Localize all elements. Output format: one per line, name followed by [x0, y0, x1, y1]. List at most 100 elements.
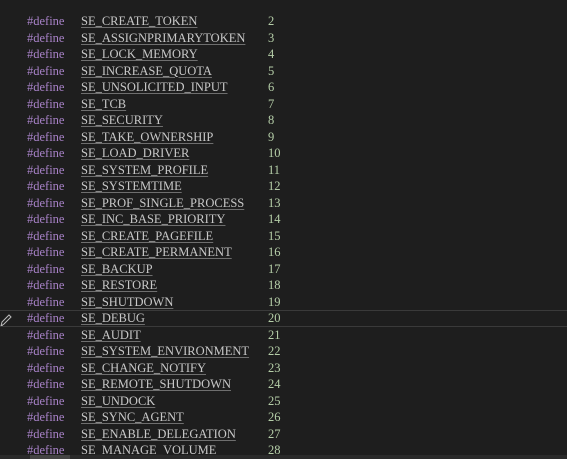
macro-name: SE_SYSTEM_PROFILE — [81, 162, 209, 177]
macro-name: SE_SYSTEMTIME — [81, 179, 182, 193]
macro-value: 13 — [268, 195, 281, 210]
code-line[interactable]: #define SE_UNSOLICITED_INPUT 6 — [0, 79, 567, 96]
macro-name: SE_CREATE_PERMANENT — [81, 245, 232, 259]
define-keyword: #define — [27, 261, 65, 276]
macro-value: 5 — [268, 63, 275, 78]
code-line[interactable]: #define SE_ASSIGNPRIMARYTOKEN 3 — [0, 30, 567, 47]
macro-value: 7 — [268, 96, 275, 111]
code-line[interactable]: #define SE_TAKE_OWNERSHIP 9 — [0, 129, 567, 146]
macro-name: SE_INCREASE_QUOTA — [81, 63, 212, 78]
code-line[interactable]: #define SE_TCB 7 — [0, 96, 567, 113]
define-keyword: #define — [27, 410, 65, 424]
define-keyword: #define — [27, 195, 65, 210]
code-line[interactable]: #define SE_SHUTDOWN 19 — [0, 294, 567, 311]
define-keyword: #define — [27, 96, 65, 111]
macro-value: 18 — [268, 278, 281, 292]
macro-value: 24 — [268, 377, 281, 391]
scrollbar-thumb[interactable] — [30, 455, 70, 459]
macro-name: SE_UNSOLICITED_INPUT — [81, 80, 228, 94]
code-line[interactable]: #define SE_AUDIT 21 — [0, 327, 567, 344]
macro-value: 6 — [268, 80, 275, 94]
macro-name: SE_CHANGE_NOTIFY — [81, 360, 206, 375]
macro-value: 21 — [268, 327, 281, 342]
code-line[interactable]: #define SE_SYSTEMTIME 12 — [0, 178, 567, 195]
define-keyword: #define — [27, 360, 65, 375]
macro-value: 8 — [268, 113, 275, 127]
macro-name: SE_ASSIGNPRIMARYTOKEN — [81, 30, 246, 45]
macro-value: 14 — [268, 212, 281, 226]
code-line[interactable]: #define SE_ENABLE_DELEGATION 27 — [0, 426, 567, 443]
code-line[interactable]: #define SE_CREATE_TOKEN 2 — [0, 13, 567, 30]
macro-name: SE_INC_BASE_PRIORITY — [81, 212, 226, 226]
code-editor[interactable]: #define SE_CREATE_TOKEN 2 #define SE_ASSIGNP… — [0, 0, 567, 459]
define-keyword: #define — [27, 377, 65, 391]
macro-value: 15 — [268, 228, 281, 243]
macro-value: 16 — [268, 245, 281, 259]
define-keyword: #define — [27, 228, 65, 243]
macro-name: SE_UNDOCK — [81, 393, 156, 408]
macro-value: 22 — [268, 344, 281, 358]
macro-name: SE_CREATE_TOKEN — [81, 14, 198, 28]
macro-value: 10 — [268, 146, 281, 160]
code-line[interactable]: #define SE_INCREASE_QUOTA 5 — [0, 63, 567, 80]
define-keyword: #define — [27, 278, 65, 292]
code-lines: #define SE_CREATE_TOKEN 2 #define SE_ASSIGNP… — [0, 13, 567, 459]
macro-value: 19 — [268, 294, 281, 309]
code-line-current[interactable]: #define SE_DEBUG 20 — [0, 310, 567, 327]
macro-name: SE_PROF_SINGLE_PROCESS — [81, 195, 245, 210]
define-keyword: #define — [27, 162, 65, 177]
macro-value: 20 — [268, 311, 281, 325]
code-line[interactable]: #define SE_PROF_SINGLE_PROCESS 13 — [0, 195, 567, 212]
macro-name: SE_LOAD_DRIVER — [81, 146, 190, 160]
code-line[interactable]: #define SE_CHANGE_NOTIFY 23 — [0, 360, 567, 377]
macro-value: 12 — [268, 179, 281, 193]
macro-name: SE_DEBUG — [81, 311, 145, 325]
macro-value: 2 — [268, 14, 275, 28]
macro-value: 4 — [268, 47, 275, 61]
code-line[interactable]: #define SE_CREATE_PAGEFILE 15 — [0, 228, 567, 245]
macro-name: SE_SYSTEM_ENVIRONMENT — [81, 344, 250, 358]
code-line[interactable]: #define SE_REMOTE_SHUTDOWN 24 — [0, 376, 567, 393]
code-line[interactable]: #define SE_SYNC_AGENT 26 — [0, 409, 567, 426]
code-line[interactable]: #define SE_SYSTEM_ENVIRONMENT 22 — [0, 343, 567, 360]
code-line[interactable]: #define SE_UNDOCK 25 — [0, 393, 567, 410]
code-line[interactable]: #define SE_LOAD_DRIVER 10 — [0, 145, 567, 162]
code-line[interactable]: #define SE_SYSTEM_PROFILE 11 — [0, 162, 567, 179]
macro-name: SE_CREATE_PAGEFILE — [81, 228, 214, 243]
define-keyword: #define — [27, 113, 65, 127]
macro-value: 25 — [268, 393, 281, 408]
define-keyword: #define — [27, 63, 65, 78]
define-keyword: #define — [27, 294, 65, 309]
macro-name: SE_RESTORE — [81, 278, 158, 292]
code-line[interactable]: #define SE_CREATE_PERMANENT 16 — [0, 244, 567, 261]
define-keyword: #define — [27, 80, 65, 94]
macro-name: SE_AUDIT — [81, 327, 141, 342]
code-line[interactable]: #define SE_INC_BASE_PRIORITY 14 — [0, 211, 567, 228]
macro-name: SE_LOCK_MEMORY — [81, 47, 198, 61]
code-line[interactable]: #define SE_SECURITY 8 — [0, 112, 567, 129]
define-keyword: #define — [27, 327, 65, 342]
define-keyword: #define — [27, 245, 65, 259]
macro-value: 27 — [268, 426, 281, 441]
define-keyword: #define — [27, 47, 65, 61]
macro-name: SE_REMOTE_SHUTDOWN — [81, 377, 231, 391]
code-line[interactable]: #define SE_LOCK_MEMORY 4 — [0, 46, 567, 63]
define-keyword: #define — [27, 14, 65, 28]
define-keyword: #define — [27, 212, 65, 226]
macro-value: 17 — [268, 261, 281, 276]
macro-name: SE_TCB — [81, 96, 127, 111]
define-keyword: #define — [27, 129, 65, 144]
code-line[interactable]: #define SE_RESTORE 18 — [0, 277, 567, 294]
define-keyword: #define — [27, 344, 65, 358]
define-keyword: #define — [27, 311, 65, 325]
macro-name: SE_SHUTDOWN — [81, 294, 174, 309]
macro-value: 3 — [268, 30, 275, 45]
macro-name: SE_SYNC_AGENT — [81, 410, 184, 424]
code-line[interactable]: #define SE_BACKUP 17 — [0, 261, 567, 278]
macro-value: 26 — [268, 410, 281, 424]
macro-value: 9 — [268, 129, 275, 144]
macro-value: 11 — [268, 162, 281, 177]
define-keyword: #define — [27, 30, 65, 45]
define-keyword: #define — [27, 393, 65, 408]
horizontal-scrollbar[interactable] — [0, 455, 567, 459]
